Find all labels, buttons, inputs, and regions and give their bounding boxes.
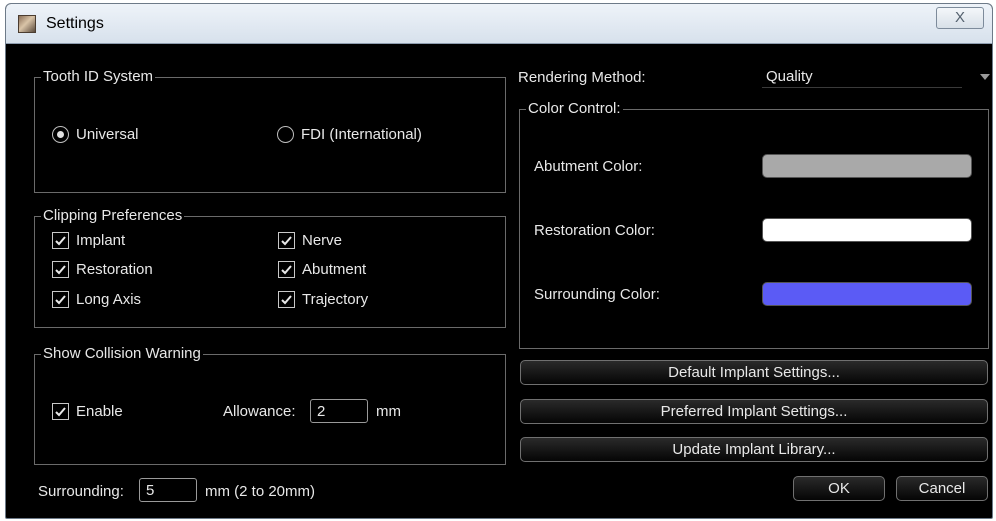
rendering-method-label: Rendering Method: bbox=[518, 69, 646, 86]
app-icon bbox=[18, 15, 36, 33]
fdi-label[interactable]: FDI (International) bbox=[301, 126, 422, 143]
abutment-checkbox[interactable] bbox=[278, 261, 295, 278]
rendering-method-underline bbox=[762, 87, 962, 88]
chevron-down-icon[interactable] bbox=[980, 74, 990, 80]
restoration-color-swatch[interactable] bbox=[762, 218, 972, 242]
preferred-implant-settings-button[interactable]: Preferred Implant Settings... bbox=[520, 399, 988, 424]
rendering-method-select[interactable]: Quality bbox=[762, 66, 990, 88]
default-implant-settings-button[interactable]: Default Implant Settings... bbox=[520, 360, 988, 385]
implant-label[interactable]: Implant bbox=[76, 232, 125, 249]
restoration-checkbox[interactable] bbox=[52, 261, 69, 278]
abutment-label[interactable]: Abutment bbox=[302, 261, 366, 278]
abutment-color-swatch[interactable] bbox=[762, 154, 972, 178]
restoration-label[interactable]: Restoration bbox=[76, 261, 153, 278]
surrounding-unit: mm (2 to 20mm) bbox=[205, 483, 316, 500]
trajectory-checkbox[interactable] bbox=[278, 291, 295, 308]
surrounding-color-label: Surrounding Color: bbox=[534, 286, 660, 303]
settings-dialog: Settings X Tooth ID System Universal FDI… bbox=[5, 3, 993, 519]
trajectory-label[interactable]: Trajectory bbox=[302, 291, 368, 308]
fdi-radio[interactable] bbox=[277, 126, 294, 143]
surrounding-label: Surrounding: bbox=[38, 483, 124, 500]
close-button[interactable]: X bbox=[936, 7, 984, 29]
cancel-button[interactable]: Cancel bbox=[896, 476, 988, 501]
rendering-method-value: Quality bbox=[766, 68, 813, 85]
long-axis-label[interactable]: Long Axis bbox=[76, 291, 141, 308]
tooth-id-title: Tooth ID System bbox=[41, 68, 156, 85]
color-control-group: Color Control: Abutment Color: Restorati… bbox=[519, 100, 989, 349]
nerve-label[interactable]: Nerve bbox=[302, 232, 342, 249]
restoration-color-label: Restoration Color: bbox=[534, 222, 655, 239]
universal-radio[interactable] bbox=[52, 126, 69, 143]
clipping-group: Clipping Preferences Implant Nerve Resto… bbox=[34, 207, 506, 328]
dialog-body: Tooth ID System Universal FDI (Internati… bbox=[22, 46, 990, 512]
collision-group: Show Collision Warning Enable Allowance:… bbox=[34, 345, 506, 465]
implant-checkbox[interactable] bbox=[52, 232, 69, 249]
collision-title: Show Collision Warning bbox=[41, 345, 203, 362]
enable-label[interactable]: Enable bbox=[76, 403, 123, 420]
title-bar: Settings X bbox=[6, 4, 992, 44]
allowance-unit: mm bbox=[376, 403, 401, 420]
color-control-title: Color Control: bbox=[526, 100, 623, 117]
abutment-color-label: Abutment Color: bbox=[534, 158, 643, 175]
allowance-input[interactable]: 2 bbox=[310, 399, 368, 423]
ok-button[interactable]: OK bbox=[793, 476, 885, 501]
nerve-checkbox[interactable] bbox=[278, 232, 295, 249]
update-implant-library-button[interactable]: Update Implant Library... bbox=[520, 437, 988, 462]
tooth-id-group: Tooth ID System Universal FDI (Internati… bbox=[34, 68, 506, 193]
enable-checkbox[interactable] bbox=[52, 403, 69, 420]
universal-label[interactable]: Universal bbox=[76, 126, 139, 143]
allowance-label: Allowance: bbox=[223, 403, 296, 420]
surrounding-color-swatch[interactable] bbox=[762, 282, 972, 306]
clipping-title: Clipping Preferences bbox=[41, 207, 185, 224]
long-axis-checkbox[interactable] bbox=[52, 291, 69, 308]
surrounding-input[interactable]: 5 bbox=[139, 478, 197, 502]
window-title: Settings bbox=[46, 15, 104, 32]
